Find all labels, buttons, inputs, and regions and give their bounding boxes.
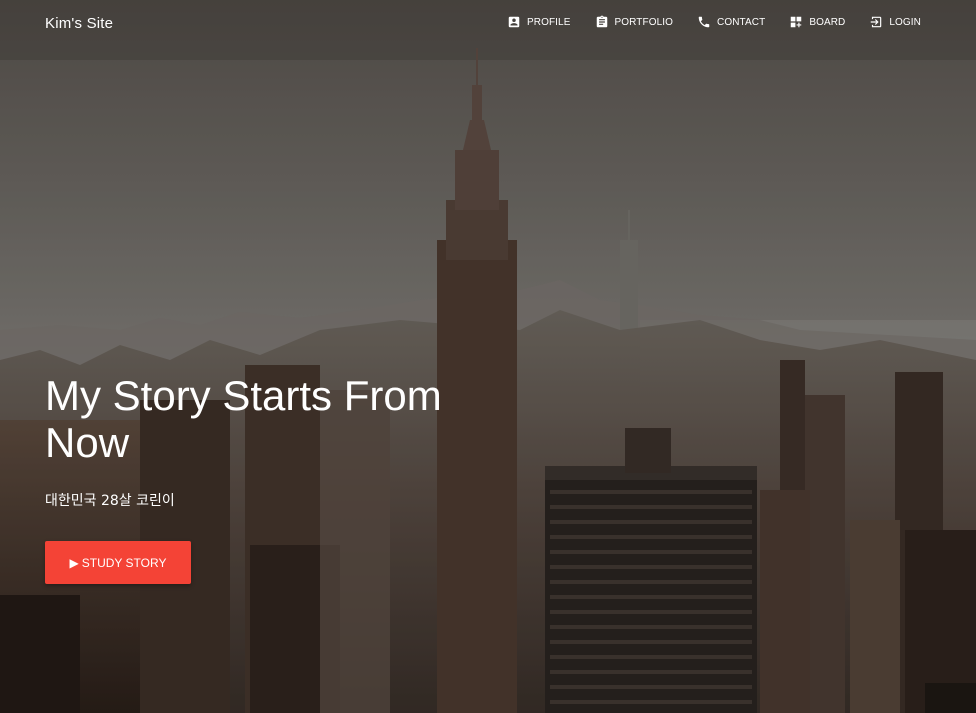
dashboard-add-icon (791, 16, 802, 28)
play-icon: ▶ (69, 555, 79, 570)
image-overlay (0, 0, 976, 713)
study-story-label: STUDY STORY (81, 555, 167, 570)
hero-section: Kim's Site PROFILE PORTFOLIO CONTACT BOA… (0, 0, 976, 713)
assignment-icon (596, 15, 607, 28)
nav-item-contact[interactable]: CONTACT (697, 15, 765, 29)
study-story-button[interactable]: ▶ STUDY STORY (45, 541, 191, 584)
navbar: Kim's Site PROFILE PORTFOLIO CONTACT BOA… (0, 0, 976, 48)
nav-item-login[interactable]: LOGIN (869, 15, 921, 29)
nav-label-profile: PROFILE (527, 16, 571, 28)
nav-label-board: BOARD (809, 16, 846, 28)
nav-links: PROFILE PORTFOLIO CONTACT BOARD LOGIN (507, 15, 921, 29)
brand-link[interactable]: Kim's Site (45, 15, 113, 32)
hero-subtitle: 대한민국 28살 코린이 (45, 493, 175, 509)
nav-item-board[interactable]: BOARD (789, 15, 845, 29)
nav-item-profile[interactable]: PROFILE (507, 15, 571, 29)
account-box-icon (508, 16, 520, 28)
hero-title: My Story Starts From Now (45, 372, 442, 466)
phone-icon (698, 16, 710, 28)
nav-item-portfolio[interactable]: PORTFOLIO (595, 15, 674, 29)
nav-label-contact: CONTACT (717, 16, 766, 28)
login-icon (871, 16, 882, 28)
nav-label-portfolio: PORTFOLIO (614, 16, 674, 28)
nav-label-login: LOGIN (889, 16, 921, 28)
